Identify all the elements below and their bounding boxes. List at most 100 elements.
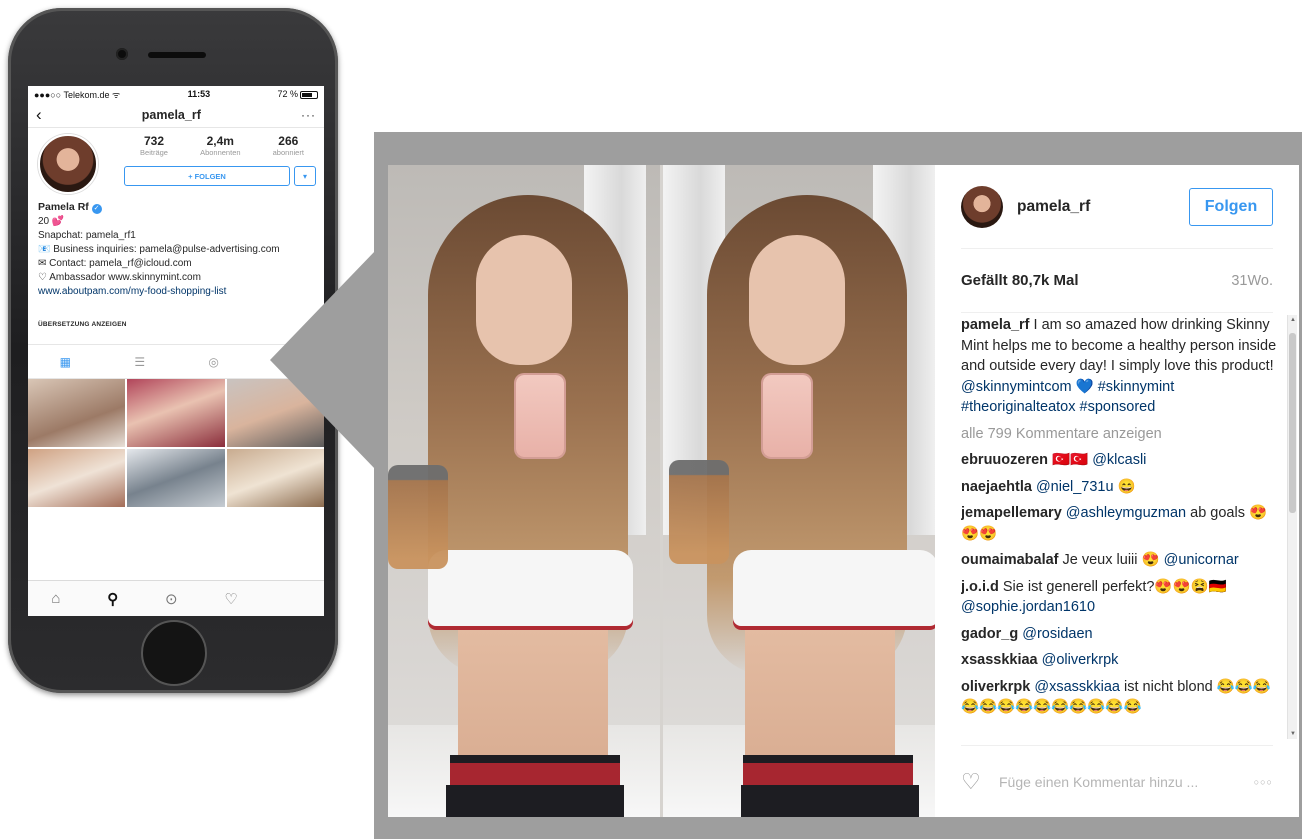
comment-username[interactable]: j.o.i.d <box>961 579 999 595</box>
comment-username[interactable]: ebruuozeren <box>961 452 1048 468</box>
scroll-down-icon[interactable]: ▼ <box>1290 731 1296 737</box>
post-caption: pamela_rf I am so amazed how drinking Sk… <box>961 315 1279 418</box>
post-age[interactable]: 31Wo. <box>1231 273 1273 289</box>
comment-input[interactable] <box>999 773 1254 790</box>
stat-label: abonniert <box>272 148 304 157</box>
stat-label: Beiträge <box>140 148 168 157</box>
verified-badge-icon: ✓ <box>91 204 102 214</box>
follow-button[interactable]: + FOLGEN <box>124 166 290 186</box>
grid-photo[interactable] <box>127 449 225 507</box>
heart-icon[interactable]: ♡ <box>961 769 999 795</box>
comment-item: oumaimabalaf Je veux luiii 😍 @unicornar <box>961 550 1279 571</box>
pants-shape <box>741 785 919 817</box>
comment-mention[interactable]: @klcasli <box>1092 452 1146 468</box>
battery-icon <box>300 90 318 99</box>
caption-tags[interactable]: @skinnymintcom 💙 #skinnymint #theorigina… <box>961 379 1174 416</box>
stat-number: 732 <box>144 134 165 148</box>
comments-scrollbar[interactable]: ▲ ▼ <box>1287 315 1297 739</box>
pants-shape <box>446 785 624 817</box>
comment-mention[interactable]: @rosidaen <box>1022 626 1092 642</box>
earpiece-speaker <box>148 52 206 58</box>
comment-username[interactable]: gador_g <box>961 626 1018 642</box>
more-options-icon[interactable]: ··· <box>301 108 316 122</box>
chevron-left-icon[interactable]: ‹ <box>36 105 42 125</box>
stat-number: 266 <box>278 134 299 148</box>
search-icon[interactable]: ⚲ <box>107 590 118 608</box>
profile-display-name: Pamela Rf <box>38 201 89 213</box>
location-pin-icon[interactable]: ◎ <box>208 355 218 369</box>
face-shape <box>749 235 845 365</box>
grid-photo[interactable] <box>28 449 126 507</box>
post-photo[interactable] <box>388 165 935 817</box>
carrier-label: ●●●○○ Telekom.de ᯤ <box>34 89 121 100</box>
waistband-shape <box>743 763 913 787</box>
profile-username-title: pamela_rf <box>141 107 201 122</box>
stat-following[interactable]: 266 abonniert <box>273 134 304 157</box>
shirt-shape <box>733 550 935 630</box>
comment-username[interactable]: naejaehtla <box>961 479 1032 495</box>
post-username[interactable]: pamela_rf <box>1017 198 1189 216</box>
comment-item: oliverkrpk @xsasskkiaa ist nicht blond 😂… <box>961 677 1279 718</box>
likes-row: Gefällt 80,7k Mal 31Wo. <box>961 249 1273 313</box>
comment-username[interactable]: oliverkrpk <box>961 679 1030 695</box>
bio-line: Snapchat: pamela_rf1 <box>38 230 136 241</box>
comment-mention[interactable]: @oliverkrpk <box>1042 652 1119 668</box>
home-icon[interactable]: ⌂ <box>51 590 60 607</box>
comment-mention[interactable]: @ashleymguzman <box>1066 505 1186 521</box>
profile-stats: 732 Beiträge 2,4m Abonnenten 266 abonnie… <box>124 134 320 157</box>
comment-username[interactable]: pamela_rf <box>961 317 1030 333</box>
comment-item: xsasskkiaa @oliverkrpk <box>961 650 1279 671</box>
battery-percent: 72 % <box>277 89 298 99</box>
stat-followers[interactable]: 2,4m Abonnenten <box>200 134 240 157</box>
heart-icon[interactable]: ♡ <box>224 590 237 608</box>
torso-shape <box>458 630 608 770</box>
avatar[interactable] <box>38 134 98 194</box>
comment-mention[interactable]: @xsasskkiaa <box>1034 679 1120 695</box>
camera-icon[interactable]: ⊙ <box>165 590 178 608</box>
waistband-shape <box>450 763 620 787</box>
list-view-icon[interactable]: ☰ <box>134 355 145 369</box>
comment-mention[interactable]: @unicornar <box>1164 552 1239 568</box>
comment-item: jemapellemary @ashleymguzman ab goals 😍😍… <box>961 503 1279 544</box>
avatar[interactable] <box>961 185 1003 228</box>
scrollbar-thumb[interactable] <box>1289 333 1296 513</box>
more-options-icon[interactable]: ○○○ <box>1254 777 1273 787</box>
front-camera <box>116 48 128 60</box>
comment-username[interactable]: oumaimabalaf <box>961 552 1059 568</box>
comment-text: Je veux luiii 😍 <box>1058 552 1164 568</box>
suggestions-dropdown-button[interactable]: ▾ <box>294 166 316 186</box>
comment-item: j.o.i.d Sie ist generell perfekt?😍😍😫🇩🇪 @… <box>961 577 1279 618</box>
bio-line: 20 💕 <box>38 216 65 227</box>
comment-username[interactable]: xsasskkiaa <box>961 652 1038 668</box>
stat-label: Abonnenten <box>200 148 241 157</box>
comment-text: Sie ist generell perfekt?😍😍😫🇩🇪 <box>998 578 1227 595</box>
comment-mention[interactable]: @niel_731u <box>1036 479 1114 495</box>
comment-item: gador_g @rosidaen <box>961 624 1279 645</box>
grid-photo[interactable] <box>127 379 225 447</box>
profile-header: 732 Beiträge 2,4m Abonnenten 266 abonnie… <box>28 128 324 200</box>
comment-text: 😄 <box>1113 478 1136 495</box>
photo-right-half <box>663 165 935 817</box>
post-sidebar: pamela_rf Folgen Gefällt 80,7k Mal 31Wo.… <box>935 165 1299 817</box>
grid-view-icon[interactable]: ▦ <box>60 355 71 369</box>
scroll-up-icon[interactable]: ▲ <box>1290 317 1296 323</box>
stat-number: 2,4m <box>206 134 234 148</box>
tea-jar-prop <box>669 460 729 564</box>
add-comment-bar: ♡ ○○○ <box>961 745 1273 817</box>
clock: 11:53 <box>187 89 211 99</box>
bottom-tab-bar: ⌂ ⚲ ⊙ ♡ <box>28 580 324 616</box>
instagram-post-web: pamela_rf Folgen Gefällt 80,7k Mal 31Wo.… <box>388 165 1299 817</box>
comment-text: 🇹🇷🇹🇷 <box>1048 452 1093 468</box>
smartphone-prop <box>763 375 811 457</box>
comment-mention[interactable]: @sophie.jordan1610 <box>961 599 1095 615</box>
post-header: pamela_rf Folgen <box>961 165 1273 249</box>
comment-username[interactable]: jemapellemary <box>961 505 1062 521</box>
view-all-comments-link[interactable]: alle 799 Kommentare anzeigen <box>961 424 1279 445</box>
grid-photo[interactable] <box>28 379 126 447</box>
stat-posts[interactable]: 732 Beiträge <box>140 134 168 157</box>
comments-list[interactable]: pamela_rf I am so amazed how drinking Sk… <box>961 315 1279 739</box>
callout-pointer <box>270 250 376 470</box>
likes-count[interactable]: Gefällt 80,7k Mal <box>961 272 1079 289</box>
follow-button[interactable]: Folgen <box>1189 187 1273 226</box>
home-button[interactable] <box>141 620 207 686</box>
